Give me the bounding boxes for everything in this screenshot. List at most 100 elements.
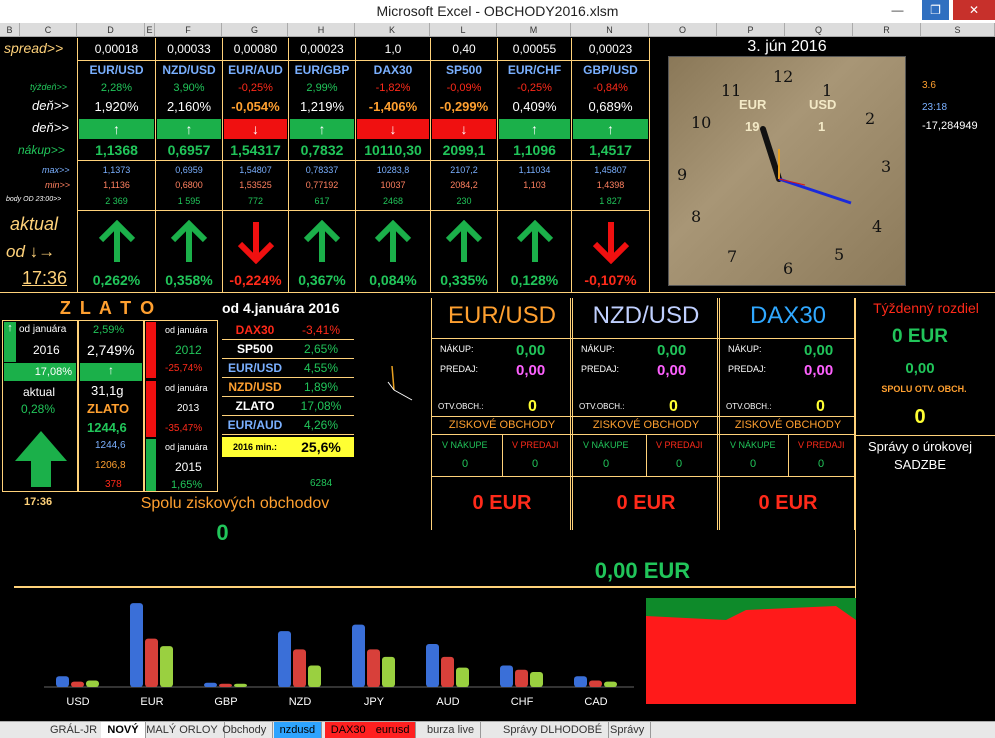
bar-nzd-0	[278, 631, 291, 687]
x-tick-label: CHF	[511, 696, 534, 708]
bar-usd-0	[56, 676, 69, 687]
gold-compare-value: 4,26%	[303, 418, 339, 432]
sheet-tab[interactable]: DAX30	[324, 722, 373, 738]
sheet-tab[interactable]: Správy	[604, 722, 652, 738]
up-arrow-icon: ↑	[80, 363, 142, 381]
week-change: 3,90%	[173, 82, 205, 94]
min-price: 1,1136	[103, 180, 130, 190]
gold-since-label: od januára	[19, 324, 67, 335]
buy-amount: 0,00	[804, 342, 834, 359]
actual-change: 0,358%	[165, 272, 213, 288]
sheet-tab[interactable]: Obchody	[216, 722, 274, 738]
column-header-Q[interactable]: Q	[785, 23, 853, 37]
column-header-R[interactable]: R	[853, 23, 921, 37]
up-arrow-icon: ↑	[290, 119, 354, 139]
column-header-H[interactable]: H	[288, 23, 355, 37]
buy-price: 1,4517	[589, 142, 632, 158]
day-change: 1,920%	[94, 99, 139, 114]
spread-value: 1,0	[384, 42, 402, 56]
column-header-M[interactable]: M	[497, 23, 571, 37]
column-header-D[interactable]: D	[77, 23, 145, 37]
column-header-N[interactable]: N	[571, 23, 649, 37]
sheet-tab[interactable]: burza live	[421, 722, 482, 738]
gold-compare-value: 2,65%	[303, 342, 339, 356]
win-label: ZISKOVÉ OBCHODY	[734, 419, 842, 431]
column-header-P[interactable]: P	[717, 23, 785, 37]
actual-since-label: od ↓→	[6, 242, 56, 261]
gold-ytd-pct: 17,08%	[4, 363, 76, 381]
column-header-L[interactable]: L	[430, 23, 497, 37]
sheet-tab[interactable]: NOVÝ	[101, 722, 146, 738]
gold-title: Z L A T O	[59, 298, 157, 318]
news-label-2: SADZBE	[893, 457, 946, 472]
gold-col2: 2,59% 2,749% ↑ 31,1g ZLATO 1244,6 1244,6…	[78, 320, 144, 492]
trade-total: 0 EUR	[472, 492, 532, 514]
day-change: -0,299%	[439, 99, 489, 114]
column-header-S[interactable]: S	[921, 23, 995, 37]
close-button[interactable]: ✕	[953, 0, 995, 20]
x-tick-label: USD	[66, 696, 89, 708]
up-arrow-icon: ↑	[4, 322, 16, 362]
sheet-tab[interactable]: MALÝ ORLOY	[140, 722, 225, 738]
points-value: 1 827	[599, 196, 622, 206]
week-change: -0,25%	[238, 82, 273, 94]
gold-pct2: 2,749%	[87, 342, 135, 358]
in-buy-value: 0	[603, 458, 610, 470]
weekly-open-label: SPOLU OTV. OBCH.	[881, 384, 967, 394]
down-arrow-icon	[237, 222, 274, 264]
gold-compare-value: 4,55%	[303, 361, 339, 375]
actual-change: 0,262%	[92, 272, 141, 288]
points-value	[498, 194, 571, 208]
gold-compare-name: EUR/AUD	[227, 418, 283, 432]
column-header-G[interactable]: G	[222, 23, 288, 37]
gold-weight: 31,1g	[91, 383, 124, 398]
spread-value: 0,00023	[300, 42, 344, 56]
open-label: OTV.OBCH.:	[726, 402, 772, 411]
sheet-tab[interactable]: nzdusd	[273, 722, 323, 738]
up-arrow-icon	[146, 439, 156, 491]
gold-compare-row: EUR/USD 4,55%	[222, 359, 354, 378]
grid-line	[649, 38, 650, 292]
pair-name: EUR/USD	[89, 63, 144, 77]
x-tick-label: EUR	[140, 696, 163, 708]
buy-label: NÁKUP:	[728, 344, 762, 354]
day-change: 0,689%	[588, 99, 633, 114]
column-header-C[interactable]: C	[20, 23, 77, 37]
week-change: -0,84%	[593, 82, 628, 94]
gold-c-pct: 1,65%	[171, 479, 203, 491]
up-arrow-icon	[303, 220, 341, 262]
bar-chf-1	[515, 669, 528, 687]
sheet-tab[interactable]: Správy DLHODOBÉ	[497, 722, 610, 738]
gold-price: 1244,6	[87, 420, 127, 435]
maximize-button[interactable]: ❐	[922, 0, 949, 20]
profits-value: 0	[216, 520, 229, 545]
min-label: min>>	[45, 180, 71, 190]
column-headers: BCDEFGHKLMNOPQRS	[0, 23, 995, 37]
weekly-value: 0,00	[905, 360, 935, 377]
column-header-O[interactable]: O	[649, 23, 717, 37]
weekly-eur: 0 EUR	[892, 326, 948, 347]
bar-jpy-2	[382, 656, 395, 687]
in-sell-label: V PREDAJI	[656, 440, 703, 450]
x-tick-label: CAD	[584, 696, 607, 708]
sheet-tab[interactable]: GRÁL-JR	[44, 722, 105, 738]
gold-c-year: 2015	[175, 460, 202, 474]
spread-value: 0,00018	[94, 42, 139, 56]
in-buy-label: V NÁKUPE	[583, 440, 629, 450]
win-label: ZISKOVÉ OBCHODY	[592, 419, 700, 431]
bar-cad-2	[604, 681, 617, 687]
buy-amount: 0,00	[516, 342, 546, 359]
column-header-B[interactable]: B	[0, 23, 20, 37]
minimize-button[interactable]: —	[884, 0, 911, 20]
sell-label: PREDAJ:	[581, 364, 620, 374]
grid-line	[77, 210, 649, 211]
gold-compare-row: DAX30 -3,41%	[222, 321, 354, 340]
column-header-F[interactable]: F	[155, 23, 222, 37]
buy-price: 1,1368	[95, 142, 138, 158]
down-arrow-icon	[146, 381, 156, 437]
column-header-E[interactable]: E	[145, 23, 155, 37]
column-header-K[interactable]: K	[355, 23, 430, 37]
sheet-tab[interactable]: eurusd	[369, 722, 417, 738]
gold-compare-row: SP500 2,65%	[222, 340, 354, 359]
x-tick-label: GBP	[214, 696, 237, 708]
